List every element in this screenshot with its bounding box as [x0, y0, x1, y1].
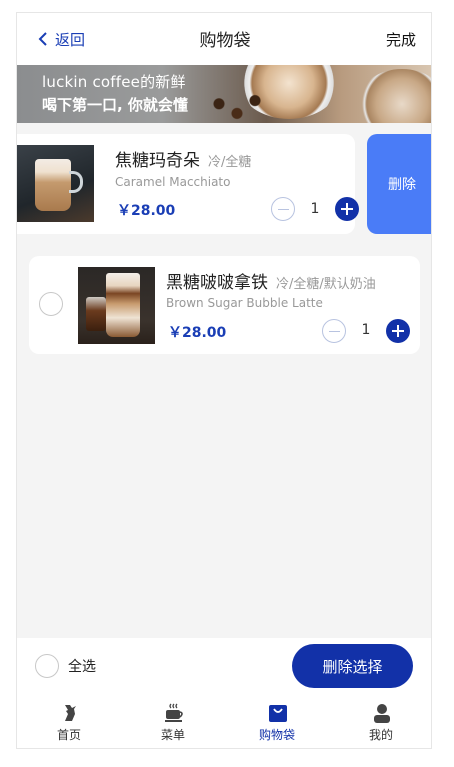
decrease-quantity-button[interactable] — [322, 319, 346, 343]
product-name: 焦糖玛奇朵 冷/全糖 — [115, 146, 251, 171]
banner-line2: 喝下第一口, 你就会懂 — [42, 96, 188, 114]
product-spec: 冷/全糖/默认奶油 — [276, 277, 376, 292]
phone-screen: 返回 购物袋 完成 luckin coffee的新鲜 喝下第一口, 你就会懂 焦… — [16, 12, 432, 749]
product-english-name: Caramel Macchiato — [115, 175, 231, 189]
quantity-value: 1 — [361, 322, 371, 338]
coffee-beans-image — [207, 91, 267, 123]
deer-logo-icon — [65, 705, 76, 721]
coffee-cup-image — [357, 69, 431, 123]
nav-bar: 返回 购物袋 完成 — [17, 13, 431, 65]
select-all-toggle[interactable]: 全选 — [35, 654, 96, 678]
promo-banner[interactable]: luckin coffee的新鲜 喝下第一口, 你就会懂 — [17, 65, 431, 123]
tab-menu[interactable]: 菜单 — [121, 699, 225, 748]
product-english-name: Brown Sugar Bubble Latte — [166, 296, 323, 310]
select-all-checkbox[interactable] — [35, 654, 59, 678]
small-glass-shape — [86, 297, 106, 331]
tab-menu-label: 菜单 — [160, 728, 185, 742]
item-select-checkbox[interactable] — [39, 292, 63, 316]
shopping-bag-icon — [269, 705, 287, 722]
tab-cart-label: 购物袋 — [258, 728, 295, 742]
tab-bar: 首页 菜单 购物袋 我的 — [17, 699, 431, 748]
user-icon — [374, 704, 390, 723]
tab-home-label: 首页 — [56, 728, 81, 742]
coffee-cup-icon — [165, 703, 183, 722]
banner-line1: luckin coffee的新鲜 — [42, 73, 186, 91]
increase-quantity-button[interactable] — [335, 197, 359, 221]
tab-home[interactable]: 首页 — [17, 699, 121, 748]
tab-profile-label: 我的 — [368, 728, 393, 742]
cart-item[interactable]: 焦糖玛奇朵 冷/全糖 Caramel Macchiato ￥28.00 1 — [17, 134, 359, 234]
select-all-label: 全选 — [68, 659, 96, 675]
product-price: ￥28.00 — [117, 203, 176, 219]
product-spec: 冷/全糖 — [208, 155, 252, 170]
glass-handle-shape — [69, 171, 83, 193]
product-price: ￥28.00 — [168, 325, 227, 341]
increase-quantity-button[interactable] — [386, 319, 410, 343]
cart-item[interactable]: 黑糖啵啵拿铁 冷/全糖/默认奶油 Brown Sugar Bubble Latte… — [29, 256, 420, 354]
decrease-quantity-button[interactable] — [271, 197, 295, 221]
product-image — [78, 267, 155, 344]
glass-shape — [106, 273, 140, 337]
product-image — [17, 145, 94, 222]
glass-shape — [35, 159, 71, 211]
done-button[interactable]: 完成 — [386, 29, 416, 50]
page-title: 购物袋 — [199, 31, 251, 51]
swipe-delete-button[interactable]: 删除 — [367, 134, 431, 234]
product-name: 黑糖啵啵拿铁 冷/全糖/默认奶油 — [166, 268, 376, 293]
tab-cart[interactable]: 购物袋 — [225, 699, 329, 748]
bottom-panel: 全选 删除选择 首页 菜单 购物袋 我的 — [17, 638, 431, 748]
product-name-text: 焦糖玛奇朵 — [115, 151, 200, 171]
tab-profile[interactable]: 我的 — [329, 699, 431, 748]
delete-selected-button[interactable]: 删除选择 — [292, 644, 413, 688]
quantity-value: 1 — [310, 201, 320, 217]
product-name-text: 黑糖啵啵拿铁 — [166, 273, 268, 293]
